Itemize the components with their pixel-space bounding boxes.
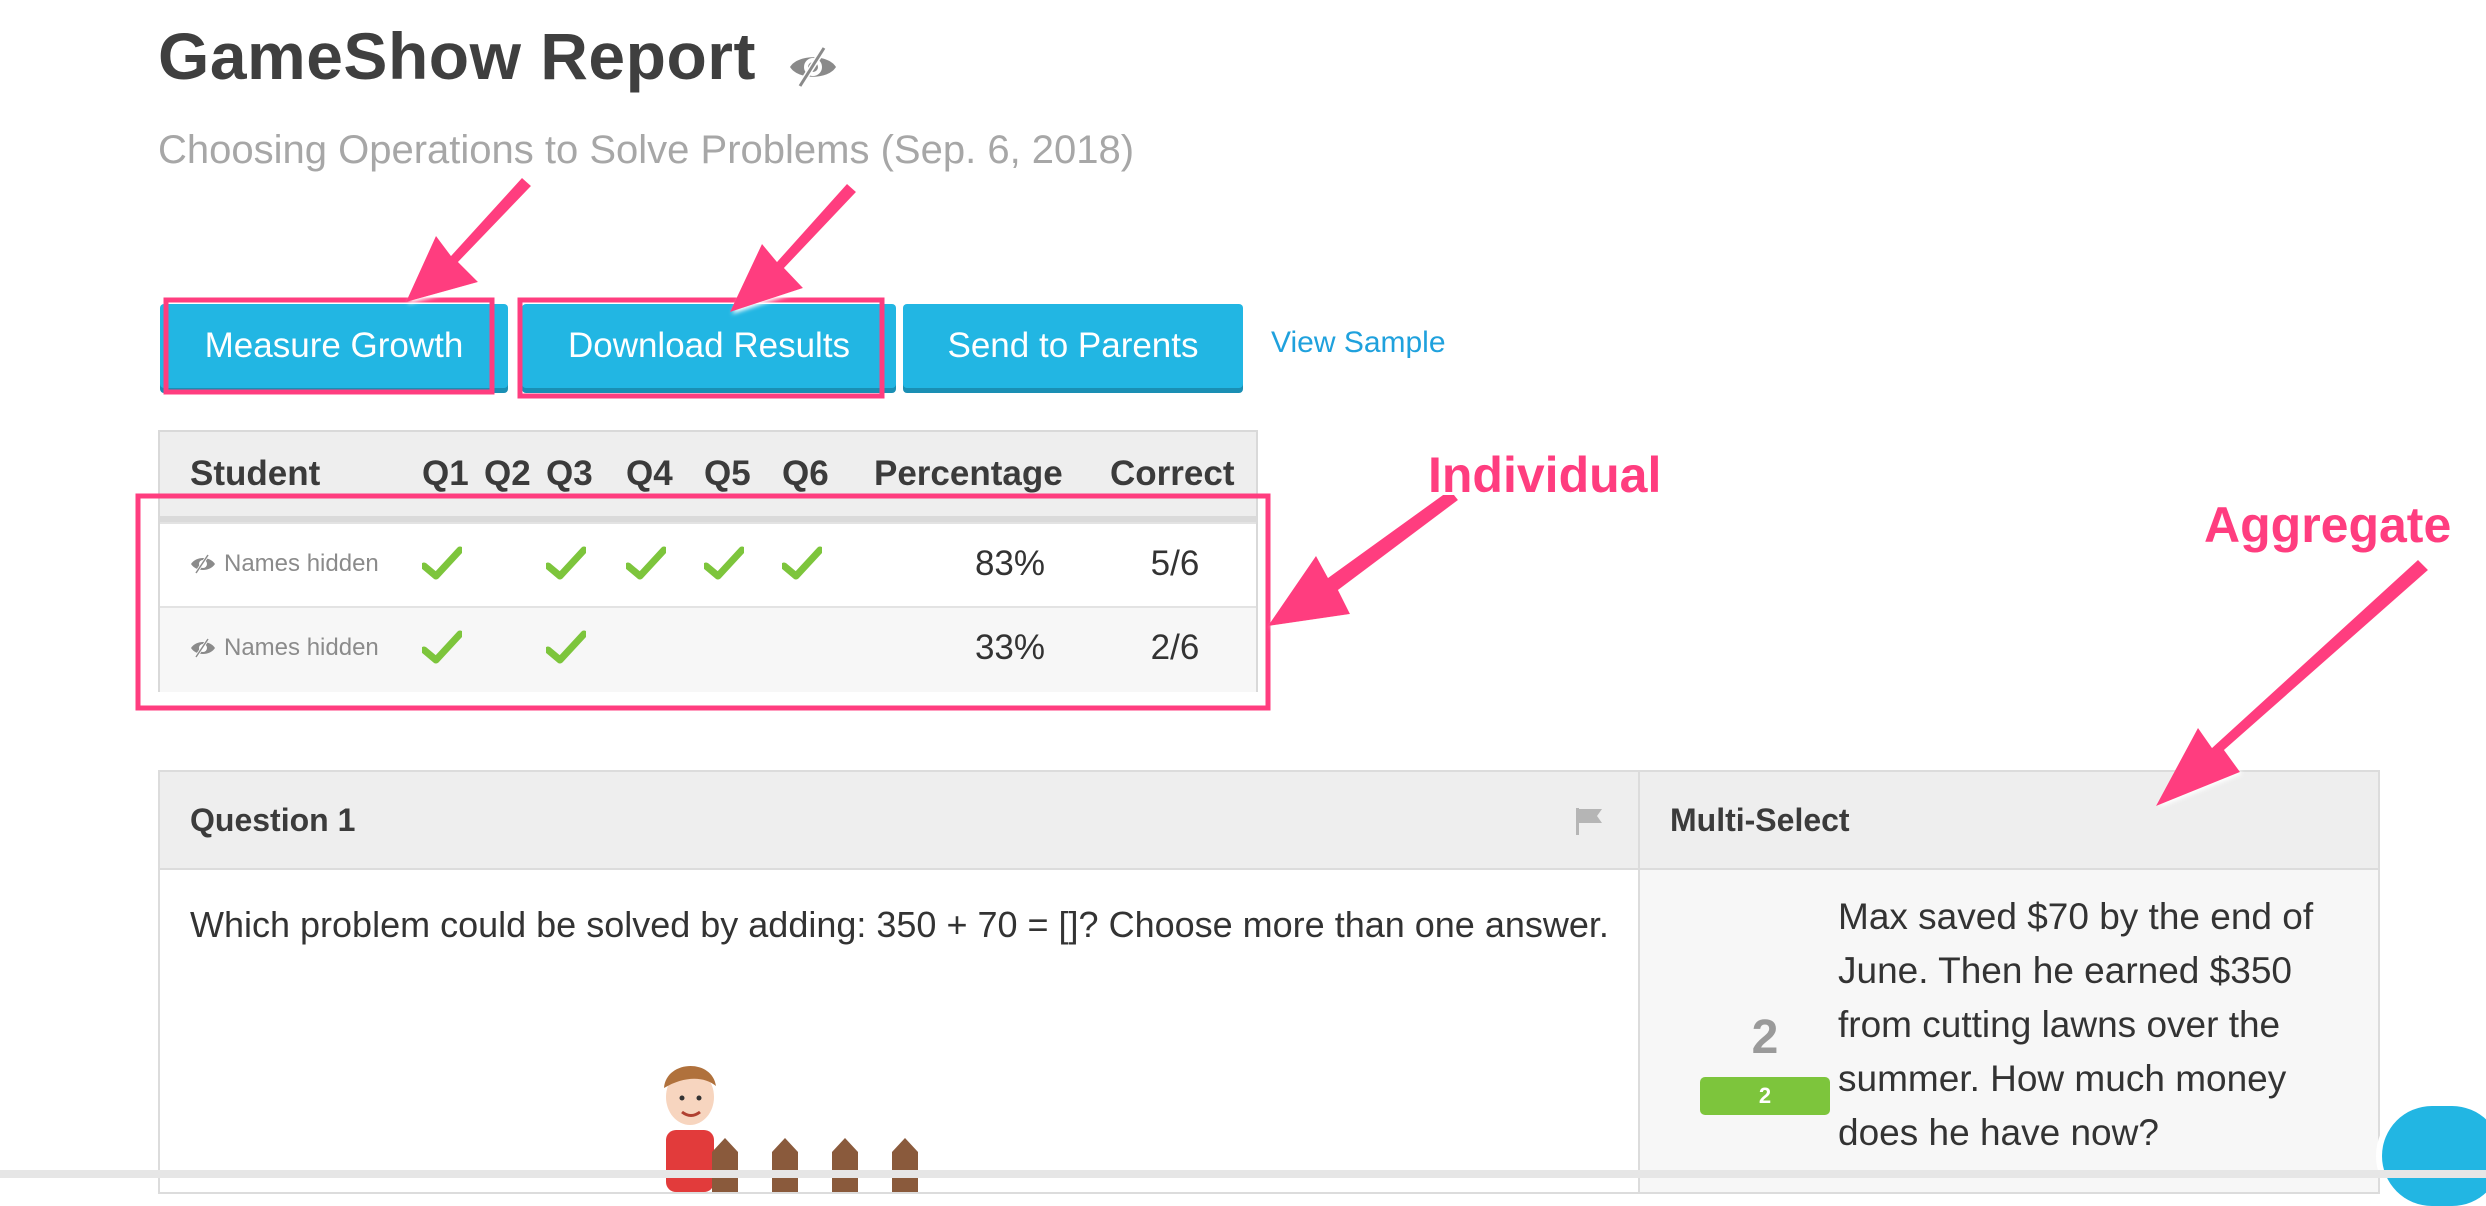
correct-check-icon (704, 546, 744, 580)
arrow-to-download-results (730, 184, 856, 312)
annotation-label-aggregate: Aggregate (2204, 497, 2452, 553)
bottom-scrollbar[interactable] (0, 1170, 2486, 1178)
correct-check-icon (626, 546, 666, 580)
student-name-label: Names hidden (224, 634, 379, 661)
correct-check-icon (422, 546, 462, 580)
eye-slash-icon (191, 638, 215, 658)
table-header: Student Q1 Q2 Q3 Q4 Q5 Q6 Percentage Cor… (160, 432, 1256, 522)
question-header: Question 1 Multi-Select (160, 772, 2378, 870)
column-header-correct[interactable]: Correct (1110, 454, 1234, 494)
aggregate-answer-panel: 2 2 Max saved $70 by the end of June. Th… (1640, 870, 2378, 1192)
column-header-q6[interactable]: Q6 (782, 454, 829, 494)
question-title: Question 1 (190, 802, 356, 838)
question-panel: Question 1 Multi-Select Which problem co… (158, 770, 2380, 1194)
page-title: GameShow Report (158, 19, 756, 93)
answer-choice-text: Max saved $70 by the end of June. Then h… (1838, 896, 2314, 1153)
eye-slash-icon[interactable] (786, 40, 840, 94)
column-header-q5[interactable]: Q5 (704, 454, 751, 494)
answer-count-badge: 2 (1700, 1077, 1830, 1115)
column-header-q3[interactable]: Q3 (546, 454, 593, 494)
table-row[interactable]: Names hidden 33% 2/6 (160, 606, 1256, 692)
send-to-parents-button[interactable]: Send to Parents (903, 304, 1243, 388)
measure-growth-button[interactable]: Measure Growth (160, 304, 508, 388)
annotation-label-individual: Individual (1428, 447, 1662, 503)
question-text: Which problem could be solved by adding:… (190, 904, 1609, 945)
table-row[interactable]: Names hidden 83% 5/6 (160, 522, 1256, 608)
column-header-q4[interactable]: Q4 (626, 454, 673, 494)
correct-cell: 5/6 (1150, 544, 1200, 583)
eye-slash-icon (191, 554, 215, 574)
column-header-percentage[interactable]: Percentage (874, 454, 1063, 494)
download-results-button[interactable]: Download Results (522, 304, 896, 388)
column-header-q1[interactable]: Q1 (422, 454, 469, 494)
answer-count: 2 (1751, 1011, 1779, 1064)
correct-check-icon (422, 630, 462, 664)
chat-dots: ... (2412, 1146, 2447, 1184)
arrow-to-individual (1268, 490, 1458, 626)
page-subtitle: Choosing Operations to Solve Problems (S… (158, 128, 1135, 172)
correct-cell: 2/6 (1150, 628, 1200, 667)
correct-check-icon (782, 546, 822, 580)
view-sample-link[interactable]: View Sample (1271, 326, 1446, 360)
column-header-student[interactable]: Student (190, 454, 320, 494)
percentage-cell: 83% (974, 544, 1046, 583)
column-header-q2[interactable]: Q2 (484, 454, 531, 494)
correct-check-icon (546, 546, 586, 580)
student-name-label: Names hidden (224, 550, 379, 577)
question-type: Multi-Select (1670, 802, 1850, 838)
chat-bubble-icon[interactable]: ... (2382, 1106, 2486, 1206)
percentage-cell: 33% (974, 628, 1046, 667)
student-name-hidden: Names hidden (190, 550, 379, 578)
correct-check-icon (546, 630, 586, 664)
student-results-table: Student Q1 Q2 Q3 Q4 Q5 Q6 Percentage Cor… (158, 430, 1258, 692)
student-name-hidden: Names hidden (190, 634, 379, 662)
arrow-to-measure-growth (406, 178, 531, 302)
flag-icon[interactable] (1574, 806, 1606, 836)
